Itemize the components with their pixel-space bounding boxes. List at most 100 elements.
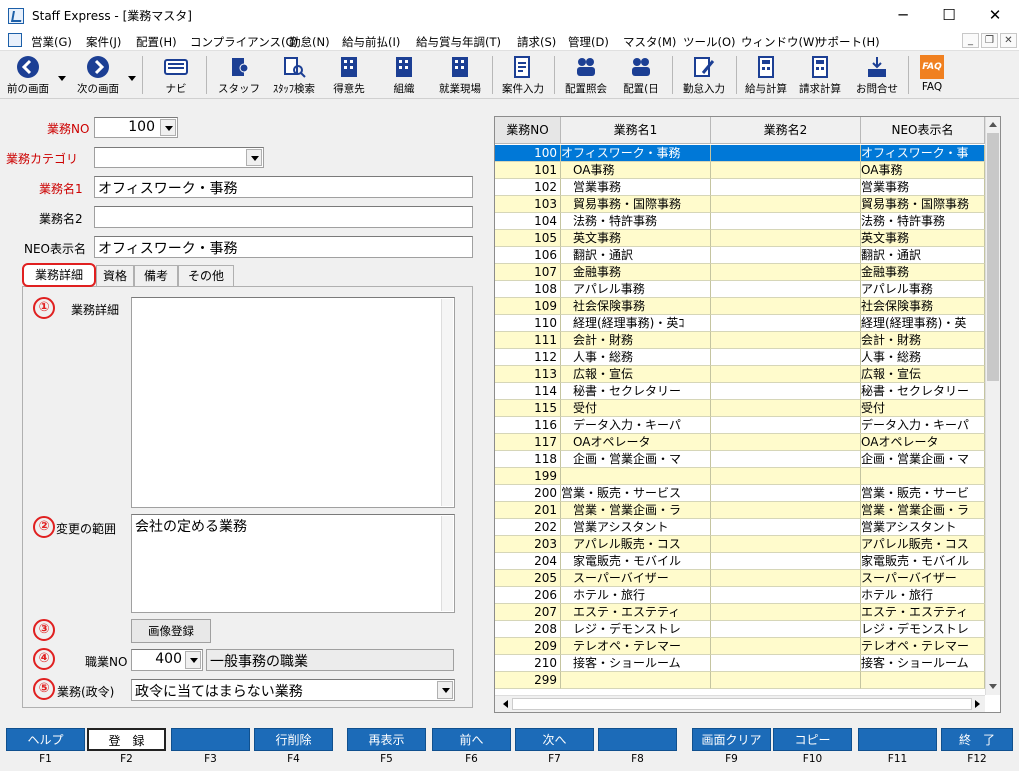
- change-range-textarea[interactable]: 会社の定める業務: [131, 514, 455, 613]
- case-entry-button[interactable]: 案件入力: [496, 53, 550, 97]
- menu-item-4[interactable]: 勤怠(N): [289, 34, 330, 50]
- table-cell[interactable]: [711, 332, 861, 349]
- table-cell[interactable]: [711, 621, 861, 638]
- scroll-down-icon[interactable]: [989, 684, 997, 689]
- table-cell[interactable]: 105: [495, 230, 561, 247]
- tab-detail[interactable]: 業務詳細: [22, 263, 96, 287]
- table-cell[interactable]: 経理(経理事務)・英: [861, 315, 985, 332]
- table-row[interactable]: 105 英文事務 英文事務: [495, 230, 985, 247]
- back-history-dropdown[interactable]: [58, 71, 66, 81]
- table-cell[interactable]: [711, 196, 861, 213]
- table-cell[interactable]: [711, 213, 861, 230]
- table-cell[interactable]: [711, 553, 861, 570]
- payroll-button[interactable]: 給与計算: [740, 53, 792, 97]
- scroll-thumb[interactable]: [987, 133, 999, 381]
- menu-item-12[interactable]: サポート(H): [816, 34, 880, 50]
- table-cell[interactable]: 206: [495, 587, 561, 604]
- table-cell[interactable]: [711, 502, 861, 519]
- table-cell[interactable]: 金融事務: [561, 264, 711, 281]
- table-cell[interactable]: [711, 247, 861, 264]
- table-cell[interactable]: [711, 349, 861, 366]
- chevron-down-icon[interactable]: [160, 119, 176, 136]
- table-row[interactable]: 113 広報・宣伝 広報・宣伝: [495, 366, 985, 383]
- table-cell[interactable]: ホテル・旅行: [561, 587, 711, 604]
- table-row[interactable]: 104 法務・特許事務 法務・特許事務: [495, 213, 985, 230]
- table-cell[interactable]: 接客・ショールーム: [561, 655, 711, 672]
- gyomu-grid[interactable]: 業務NO 業務名1 業務名2 NEO表示名 100 オフィスワーク・事務 オフィスワ…: [494, 116, 1001, 713]
- table-row[interactable]: 299: [495, 672, 985, 689]
- col-header-name1[interactable]: 業務名1: [561, 117, 711, 144]
- scroll-left-icon[interactable]: [503, 700, 508, 708]
- table-cell[interactable]: 会計・財務: [561, 332, 711, 349]
- table-cell[interactable]: [711, 264, 861, 281]
- table-cell[interactable]: 広報・宣伝: [861, 366, 985, 383]
- menu-item-0[interactable]: 営業(G): [31, 34, 72, 50]
- mdi-close-button[interactable]: ✕: [1000, 33, 1017, 48]
- menu-item-11[interactable]: ウィンドウ(W): [741, 34, 819, 50]
- table-cell[interactable]: 202: [495, 519, 561, 536]
- table-cell[interactable]: 299: [495, 672, 561, 689]
- table-cell[interactable]: データ入力・キーパ: [561, 417, 711, 434]
- category-select[interactable]: [94, 147, 264, 168]
- col-header-name2[interactable]: 業務名2: [711, 117, 861, 144]
- table-cell[interactable]: データ入力・キーパ: [861, 417, 985, 434]
- table-cell[interactable]: OA事務: [861, 162, 985, 179]
- table-row[interactable]: 103 貿易事務・国際事務 貿易事務・国際事務: [495, 196, 985, 213]
- table-row[interactable]: 205 スーパーバイザー スーパーバイザー: [495, 570, 985, 587]
- name1-input[interactable]: オフィスワーク・事務: [94, 176, 473, 198]
- gyomu-no-select[interactable]: 100: [94, 117, 178, 138]
- table-cell[interactable]: [711, 604, 861, 621]
- table-row[interactable]: 107 金融事務 金融事務: [495, 264, 985, 281]
- staff-search-button[interactable]: ｽﾀｯﾌ検索: [266, 53, 322, 97]
- function-key-f10[interactable]: コピー: [773, 728, 852, 751]
- table-cell[interactable]: [711, 485, 861, 502]
- table-cell[interactable]: アパレル販売・コス: [561, 536, 711, 553]
- table-row[interactable]: 117 OAオペレータ OAオペレータ: [495, 434, 985, 451]
- table-cell[interactable]: [711, 519, 861, 536]
- table-cell[interactable]: 会計・財務: [861, 332, 985, 349]
- col-header-neo[interactable]: NEO表示名: [861, 117, 985, 144]
- table-row[interactable]: 203 アパレル販売・コス アパレル販売・コス: [495, 536, 985, 553]
- table-cell[interactable]: 英文事務: [561, 230, 711, 247]
- table-cell[interactable]: [561, 468, 711, 485]
- table-cell[interactable]: オフィスワーク・事務: [561, 145, 711, 162]
- menu-item-2[interactable]: 配置(H): [136, 34, 177, 50]
- table-cell[interactable]: 営業事務: [561, 179, 711, 196]
- tab-other[interactable]: その他: [178, 265, 234, 287]
- table-row[interactable]: 207 エステ・エステティ エステ・エステティ: [495, 604, 985, 621]
- table-cell[interactable]: 116: [495, 417, 561, 434]
- table-cell[interactable]: 秘書・セクレタリー: [861, 383, 985, 400]
- table-row[interactable]: 204 家電販売・モバイル 家電販売・モバイル: [495, 553, 985, 570]
- menu-item-1[interactable]: 案件(J): [86, 34, 121, 50]
- table-cell[interactable]: エステ・エステティ: [561, 604, 711, 621]
- table-cell[interactable]: 117: [495, 434, 561, 451]
- table-cell[interactable]: 109: [495, 298, 561, 315]
- table-cell[interactable]: 199: [495, 468, 561, 485]
- table-cell[interactable]: 208: [495, 621, 561, 638]
- scroll-hthumb[interactable]: [512, 698, 972, 710]
- contact-button[interactable]: お問合せ: [850, 53, 904, 97]
- function-key-f5[interactable]: 再表示: [347, 728, 426, 751]
- table-cell[interactable]: 受付: [861, 400, 985, 417]
- table-cell[interactable]: [861, 672, 985, 689]
- table-cell[interactable]: 209: [495, 638, 561, 655]
- table-cell[interactable]: 営業・販売・サービ: [861, 485, 985, 502]
- table-cell[interactable]: 115: [495, 400, 561, 417]
- chevron-down-icon[interactable]: [246, 149, 262, 166]
- table-cell[interactable]: 204: [495, 553, 561, 570]
- menu-item-6[interactable]: 給与賞与年調(T): [416, 34, 501, 50]
- table-cell[interactable]: OAオペレータ: [561, 434, 711, 451]
- job-no-select[interactable]: 400: [131, 649, 203, 671]
- table-cell[interactable]: 106: [495, 247, 561, 264]
- table-cell[interactable]: [711, 638, 861, 655]
- menu-item-10[interactable]: ツール(O): [683, 34, 736, 50]
- table-cell[interactable]: [711, 162, 861, 179]
- menu-item-5[interactable]: 給与前払(I): [342, 34, 400, 50]
- navi-button[interactable]: ナビ: [152, 53, 200, 97]
- table-row[interactable]: 210 接客・ショールーム 接客・ショールーム: [495, 655, 985, 672]
- table-cell[interactable]: 200: [495, 485, 561, 502]
- table-cell[interactable]: [711, 366, 861, 383]
- table-cell[interactable]: スーパーバイザー: [861, 570, 985, 587]
- detail-scrollbar[interactable]: [441, 299, 453, 506]
- table-row[interactable]: 201 営業・営業企画・ラ 営業・営業企画・ラ: [495, 502, 985, 519]
